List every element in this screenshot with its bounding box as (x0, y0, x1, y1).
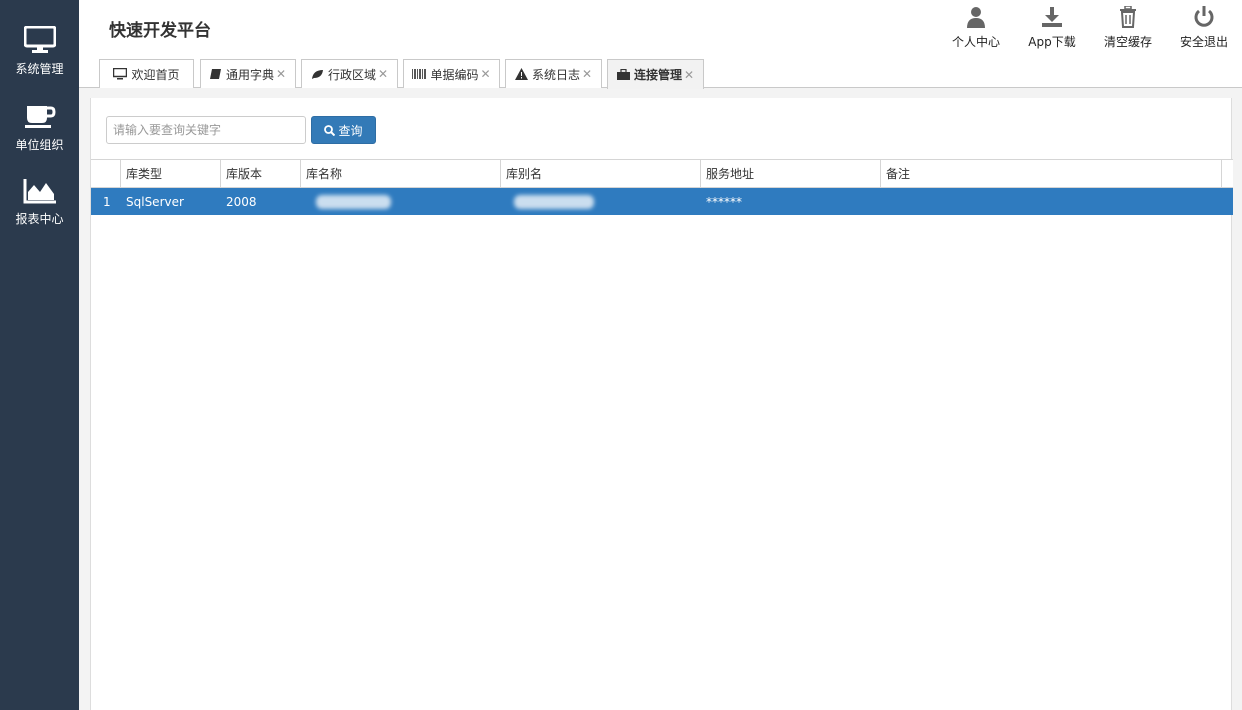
column-header-alias[interactable]: 库别名 (501, 160, 701, 187)
tab-label: 通用字典 (225, 67, 274, 82)
column-header-name[interactable]: 库名称 (301, 160, 501, 187)
cell-version: 2008 (226, 194, 257, 209)
profile-button[interactable]: 个人中心 (938, 6, 1014, 50)
search-icon (324, 124, 336, 136)
close-icon[interactable]: ✕ (480, 67, 490, 81)
sidebar-item-label: 系统管理 (15, 62, 64, 76)
row-number: 1 (103, 194, 111, 209)
tab-label: 行政区域 (327, 67, 376, 82)
search-button[interactable]: 查询 (311, 116, 376, 144)
clear-cache-label: 清空缓存 (1103, 35, 1152, 49)
app-download-label: App下载 (1028, 35, 1076, 49)
barcode-icon (412, 69, 427, 79)
tab-label: 单据编码 (430, 67, 479, 82)
leaf-icon (311, 69, 324, 80)
cell-type: SqlServer (126, 194, 184, 209)
tab-dictionary[interactable]: 通用字典 ✕ (200, 59, 296, 88)
clear-cache-button[interactable]: 清空缓存 (1090, 6, 1166, 50)
sidebar: 系统管理 单位组织 报表中心 (0, 0, 79, 710)
tab-label: 欢迎首页 (131, 67, 180, 82)
cell-alias (501, 188, 701, 215)
monitor-icon (113, 68, 128, 80)
coffee-cup-icon (24, 106, 56, 128)
tab-connection[interactable]: 连接管理 ✕ (607, 59, 704, 89)
tab-label: 连接管理 (633, 68, 682, 82)
close-icon[interactable]: ✕ (582, 67, 592, 81)
monitor-icon (23, 26, 56, 53)
tab-label: 系统日志 (531, 67, 580, 82)
warning-icon (514, 68, 528, 80)
column-header-address[interactable]: 服务地址 (701, 160, 881, 187)
search-input[interactable] (106, 116, 306, 144)
close-icon[interactable]: ✕ (378, 67, 388, 81)
trash-icon (1120, 6, 1136, 28)
column-header-type[interactable]: 库类型 (121, 160, 221, 187)
table-row[interactable]: 1 SqlServer 2008 ****** (91, 188, 1233, 215)
search-button-label: 查询 (338, 123, 363, 138)
header: 快速开发平台 个人中心 App下载 清空缓存 安全退出 (79, 0, 1242, 58)
briefcase-icon (616, 69, 630, 80)
tab-bar: 欢迎首页 通用字典 ✕ 行政区域 ✕ 单据编码 ✕ 系统日志 ✕ 连接管理 ✕ (79, 58, 1242, 89)
power-icon (1194, 6, 1214, 27)
sidebar-item-label: 单位组织 (15, 138, 64, 152)
tab-welcome[interactable]: 欢迎首页 (99, 59, 194, 88)
tab-doc-code[interactable]: 单据编码 ✕ (403, 59, 500, 88)
content-panel: 查询 库类型 库版本 库名称 库别名 服务地址 备注 1 SqlServer 2… (90, 98, 1233, 710)
connection-table: 库类型 库版本 库名称 库别名 服务地址 备注 1 SqlServer 2008… (91, 159, 1233, 215)
column-header-note[interactable]: 备注 (881, 160, 1222, 187)
close-icon[interactable]: ✕ (684, 68, 694, 82)
logout-label: 安全退出 (1179, 35, 1228, 49)
tab-region[interactable]: 行政区域 ✕ (301, 59, 398, 88)
cell-address: ****** (706, 194, 742, 209)
redacted-blur (514, 194, 594, 209)
cell-note (881, 188, 1222, 215)
column-header-rownum (91, 160, 121, 187)
user-icon (967, 7, 985, 28)
sidebar-item-system[interactable]: 系统管理 (0, 26, 79, 77)
close-icon[interactable]: ✕ (276, 67, 286, 81)
sidebar-item-label: 报表中心 (15, 212, 64, 226)
logout-button[interactable]: 安全退出 (1166, 6, 1242, 50)
redacted-blur (316, 194, 391, 209)
book-icon (209, 68, 222, 80)
sidebar-item-report[interactable]: 报表中心 (0, 178, 79, 227)
app-download-button[interactable]: App下载 (1014, 6, 1090, 50)
app-title: 快速开发平台 (109, 21, 211, 41)
area-chart-icon (23, 179, 56, 204)
table-header: 库类型 库版本 库名称 库别名 服务地址 备注 (91, 159, 1233, 188)
tab-system-log[interactable]: 系统日志 ✕ (505, 59, 602, 88)
cell-name (301, 188, 501, 215)
column-header-version[interactable]: 库版本 (221, 160, 301, 187)
profile-label: 个人中心 (951, 35, 1000, 49)
download-icon (1042, 7, 1062, 27)
header-actions: 个人中心 App下载 清空缓存 安全退出 (938, 6, 1242, 50)
sidebar-item-org[interactable]: 单位组织 (0, 104, 79, 153)
